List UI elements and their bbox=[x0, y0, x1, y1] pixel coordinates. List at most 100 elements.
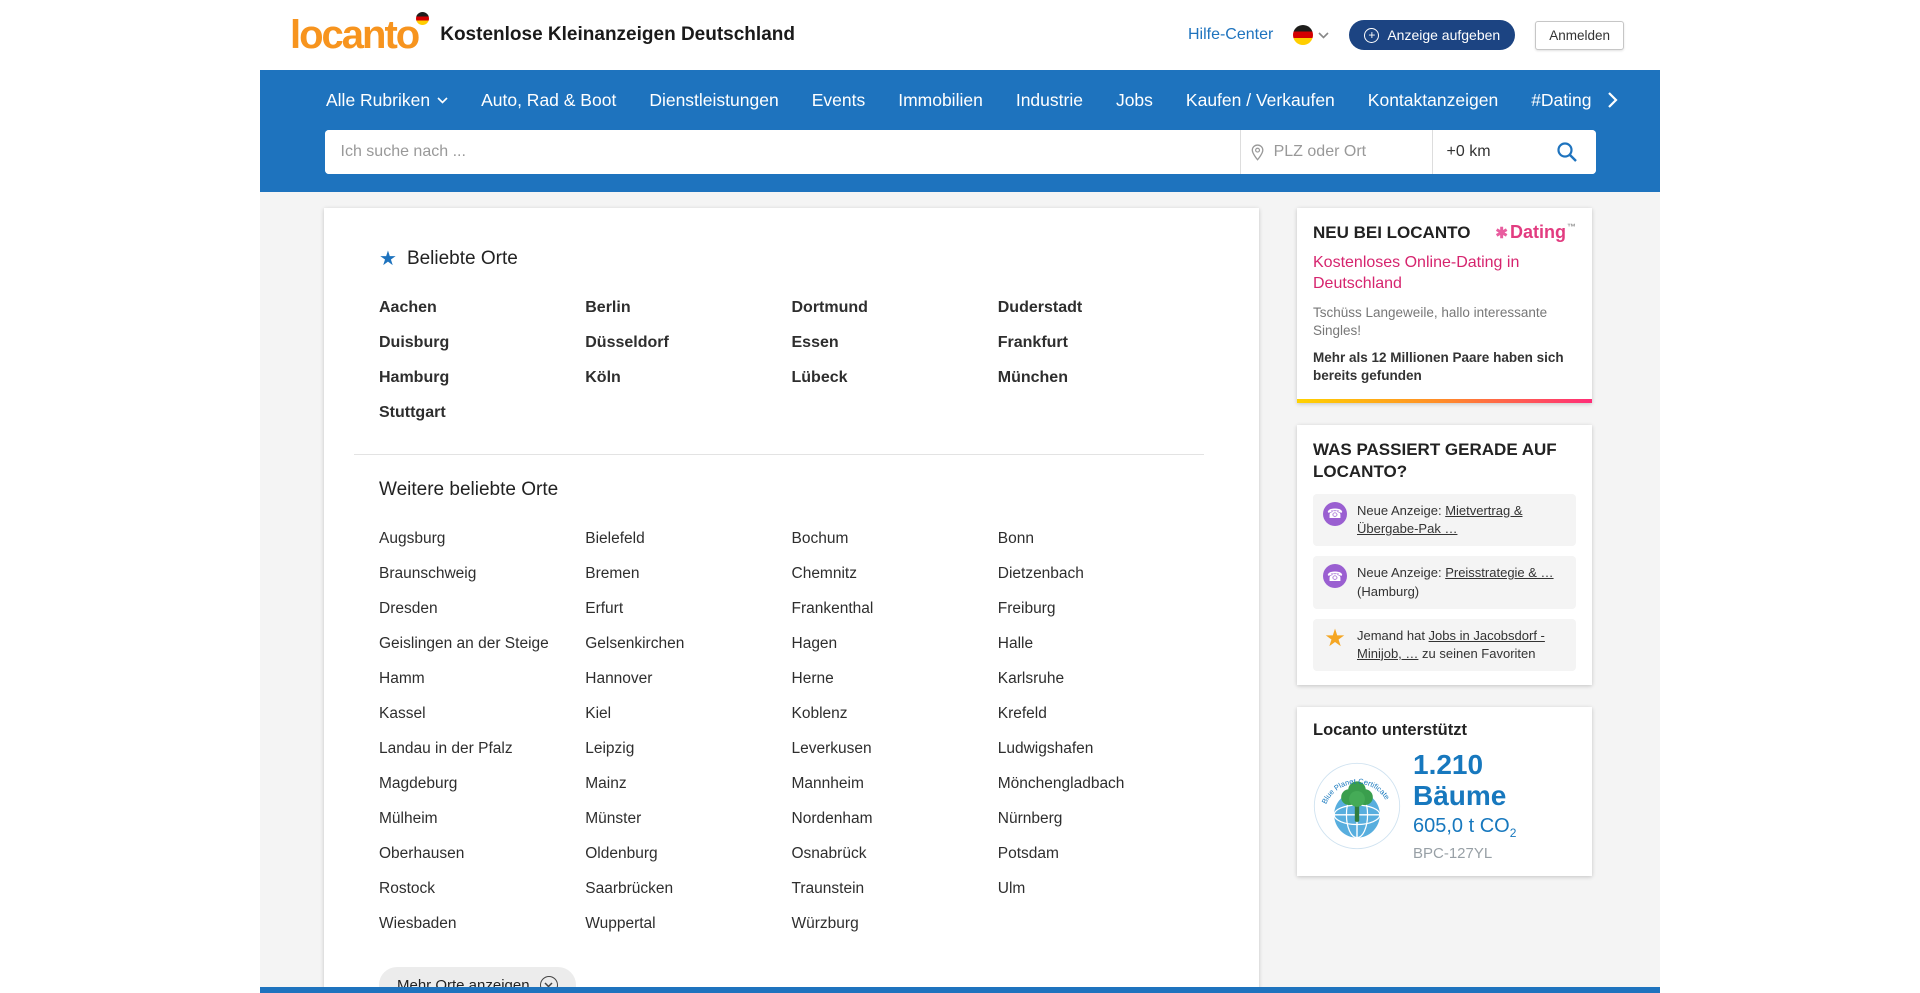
city-link[interactable]: Dresden bbox=[379, 600, 585, 618]
city-link[interactable]: Braunschweig bbox=[379, 565, 585, 583]
city-link[interactable]: Lübeck bbox=[792, 369, 998, 387]
nav-item[interactable]: Industrie bbox=[1016, 90, 1083, 111]
city-link[interactable]: Mannheim bbox=[792, 775, 998, 793]
city-link[interactable]: Frankenthal bbox=[792, 600, 998, 618]
nav-item[interactable]: Jobs bbox=[1116, 90, 1153, 111]
help-center-link[interactable]: Hilfe-Center bbox=[1188, 26, 1273, 44]
nav-item[interactable]: Immobilien bbox=[898, 90, 983, 111]
city-link[interactable]: Köln bbox=[585, 369, 791, 387]
city-link[interactable]: Nürnberg bbox=[998, 810, 1204, 828]
city-link[interactable]: Dietzenbach bbox=[998, 565, 1204, 583]
city-link[interactable]: Oberhausen bbox=[379, 845, 585, 863]
popular-cities-grid: Aachen Berlin Dortmund Duderstadt Duisbu… bbox=[379, 290, 1204, 430]
top-header: locanto Kostenlose Kleinanzeigen Deutsch… bbox=[260, 0, 1660, 70]
city-link[interactable]: Hannover bbox=[585, 670, 791, 688]
city-link[interactable]: Koblenz bbox=[792, 705, 998, 723]
radius-value: +0 km bbox=[1447, 143, 1491, 161]
city-link[interactable]: Ulm bbox=[998, 880, 1204, 898]
city-link[interactable]: Mainz bbox=[585, 775, 791, 793]
city-link[interactable]: Potsdam bbox=[998, 845, 1204, 863]
city-link[interactable]: Dortmund bbox=[792, 299, 998, 317]
city-link[interactable]: Duisburg bbox=[379, 334, 585, 352]
locanto-logo[interactable]: locanto bbox=[290, 15, 418, 55]
nav-all-categories[interactable]: Alle Rubriken bbox=[326, 90, 448, 111]
trademark-symbol: ™ bbox=[1567, 222, 1576, 232]
support-box: Locanto unterstützt bbox=[1297, 707, 1592, 876]
blue-planet-certificate-badge: Blue Planet Certificate bbox=[1313, 762, 1401, 850]
city-link[interactable]: Landau in der Pfalz bbox=[379, 740, 585, 758]
city-link[interactable]: Hamm bbox=[379, 670, 585, 688]
city-link[interactable]: Wiesbaden bbox=[379, 915, 585, 933]
city-link[interactable]: Oldenburg bbox=[585, 845, 791, 863]
nav-item[interactable]: #Dating bbox=[1531, 90, 1591, 111]
search-input[interactable] bbox=[325, 130, 1240, 174]
city-link[interactable]: Kassel bbox=[379, 705, 585, 723]
city-link[interactable]: Würzburg bbox=[792, 915, 998, 933]
nav-item[interactable]: Kontaktanzeigen bbox=[1368, 90, 1498, 111]
login-button[interactable]: Anmelden bbox=[1535, 21, 1624, 50]
city-link[interactable]: Herne bbox=[792, 670, 998, 688]
city-link[interactable]: Stuttgart bbox=[379, 404, 585, 422]
city-link[interactable]: Magdeburg bbox=[379, 775, 585, 793]
city-link[interactable]: Leverkusen bbox=[792, 740, 998, 758]
dating-headline-link[interactable]: Kostenloses Online-Dating in Deutschland bbox=[1313, 253, 1576, 295]
city-link[interactable]: Düsseldorf bbox=[585, 334, 791, 352]
more-cities-grid: Augsburg Bielefeld Bochum Bonn Braunschw… bbox=[379, 521, 1204, 941]
nav-item[interactable]: Events bbox=[812, 90, 866, 111]
city-link[interactable]: Mülheim bbox=[379, 810, 585, 828]
city-link[interactable]: Saarbrücken bbox=[585, 880, 791, 898]
city-link[interactable]: Freiburg bbox=[998, 600, 1204, 618]
city-link[interactable]: Osnabrück bbox=[792, 845, 998, 863]
activity-link[interactable]: Preisstrategie & … bbox=[1445, 565, 1553, 580]
city-link[interactable]: Rostock bbox=[379, 880, 585, 898]
city-link[interactable]: München bbox=[998, 369, 1204, 387]
city-link[interactable]: Erfurt bbox=[585, 600, 791, 618]
city-link[interactable]: Krefeld bbox=[998, 705, 1204, 723]
chevron-down-icon bbox=[437, 97, 448, 104]
city-link[interactable]: Kiel bbox=[585, 705, 791, 723]
city-link[interactable]: Nordenham bbox=[792, 810, 998, 828]
search-button[interactable] bbox=[1538, 130, 1596, 174]
city-link[interactable]: Traunstein bbox=[792, 880, 998, 898]
activity-box: WAS PASSIERT GERADE AUF LOCANTO? Neue An… bbox=[1297, 425, 1592, 685]
activity-item[interactable]: Neue Anzeige: Mietvertrag & Übergabe-Pak… bbox=[1313, 494, 1576, 546]
nav-item[interactable]: Kaufen / Verkaufen bbox=[1186, 90, 1335, 111]
nav-item[interactable]: Dienstleistungen bbox=[649, 90, 778, 111]
city-link[interactable]: Hagen bbox=[792, 635, 998, 653]
nav-item-label: Auto, Rad & Boot bbox=[481, 90, 616, 111]
language-switcher[interactable] bbox=[1293, 25, 1329, 45]
plus-icon bbox=[1364, 28, 1379, 43]
city-link[interactable]: Hamburg bbox=[379, 369, 585, 387]
city-link[interactable]: Augsburg bbox=[379, 530, 585, 548]
city-link[interactable]: Essen bbox=[792, 334, 998, 352]
city-link[interactable]: Halle bbox=[998, 635, 1204, 653]
activity-item[interactable]: Jemand hat Jobs in Jacobsdorf - Minijob,… bbox=[1313, 619, 1576, 671]
activity-item[interactable]: Neue Anzeige: Preisstrategie & … (Hambur… bbox=[1313, 556, 1576, 608]
city-link[interactable]: Duderstadt bbox=[998, 299, 1204, 317]
city-link[interactable]: Karlsruhe bbox=[998, 670, 1204, 688]
city-link[interactable]: Münster bbox=[585, 810, 791, 828]
nav-item[interactable]: Auto, Rad & Boot bbox=[481, 90, 616, 111]
city-link[interactable]: Wuppertal bbox=[585, 915, 791, 933]
city-link[interactable]: Frankfurt bbox=[998, 334, 1204, 352]
city-link[interactable]: Leipzig bbox=[585, 740, 791, 758]
location-input[interactable] bbox=[1272, 142, 1422, 162]
post-ad-label: Anzeige aufgeben bbox=[1387, 27, 1500, 43]
city-link[interactable]: Bielefeld bbox=[585, 530, 791, 548]
activity-icon bbox=[1323, 502, 1347, 526]
city-link[interactable]: Geislingen an der Steige bbox=[379, 635, 585, 653]
city-link[interactable]: Gelsenkirchen bbox=[585, 635, 791, 653]
city-link[interactable]: Mönchengladbach bbox=[998, 775, 1204, 793]
city-link[interactable]: Bochum bbox=[792, 530, 998, 548]
city-link[interactable]: Bonn bbox=[998, 530, 1204, 548]
city-link[interactable]: Berlin bbox=[585, 299, 791, 317]
show-more-places-button[interactable]: Mehr Orte anzeigen bbox=[379, 967, 576, 987]
city-link[interactable]: Chemnitz bbox=[792, 565, 998, 583]
city-link[interactable]: Bremen bbox=[585, 565, 791, 583]
city-link[interactable]: Ludwigshafen bbox=[998, 740, 1204, 758]
page-container: locanto Kostenlose Kleinanzeigen Deutsch… bbox=[260, 0, 1660, 993]
radius-select[interactable]: +0 km bbox=[1432, 130, 1538, 174]
post-ad-button[interactable]: Anzeige aufgeben bbox=[1349, 20, 1515, 50]
nav-scroll-right-icon[interactable] bbox=[1607, 91, 1618, 109]
city-link[interactable]: Aachen bbox=[379, 299, 585, 317]
